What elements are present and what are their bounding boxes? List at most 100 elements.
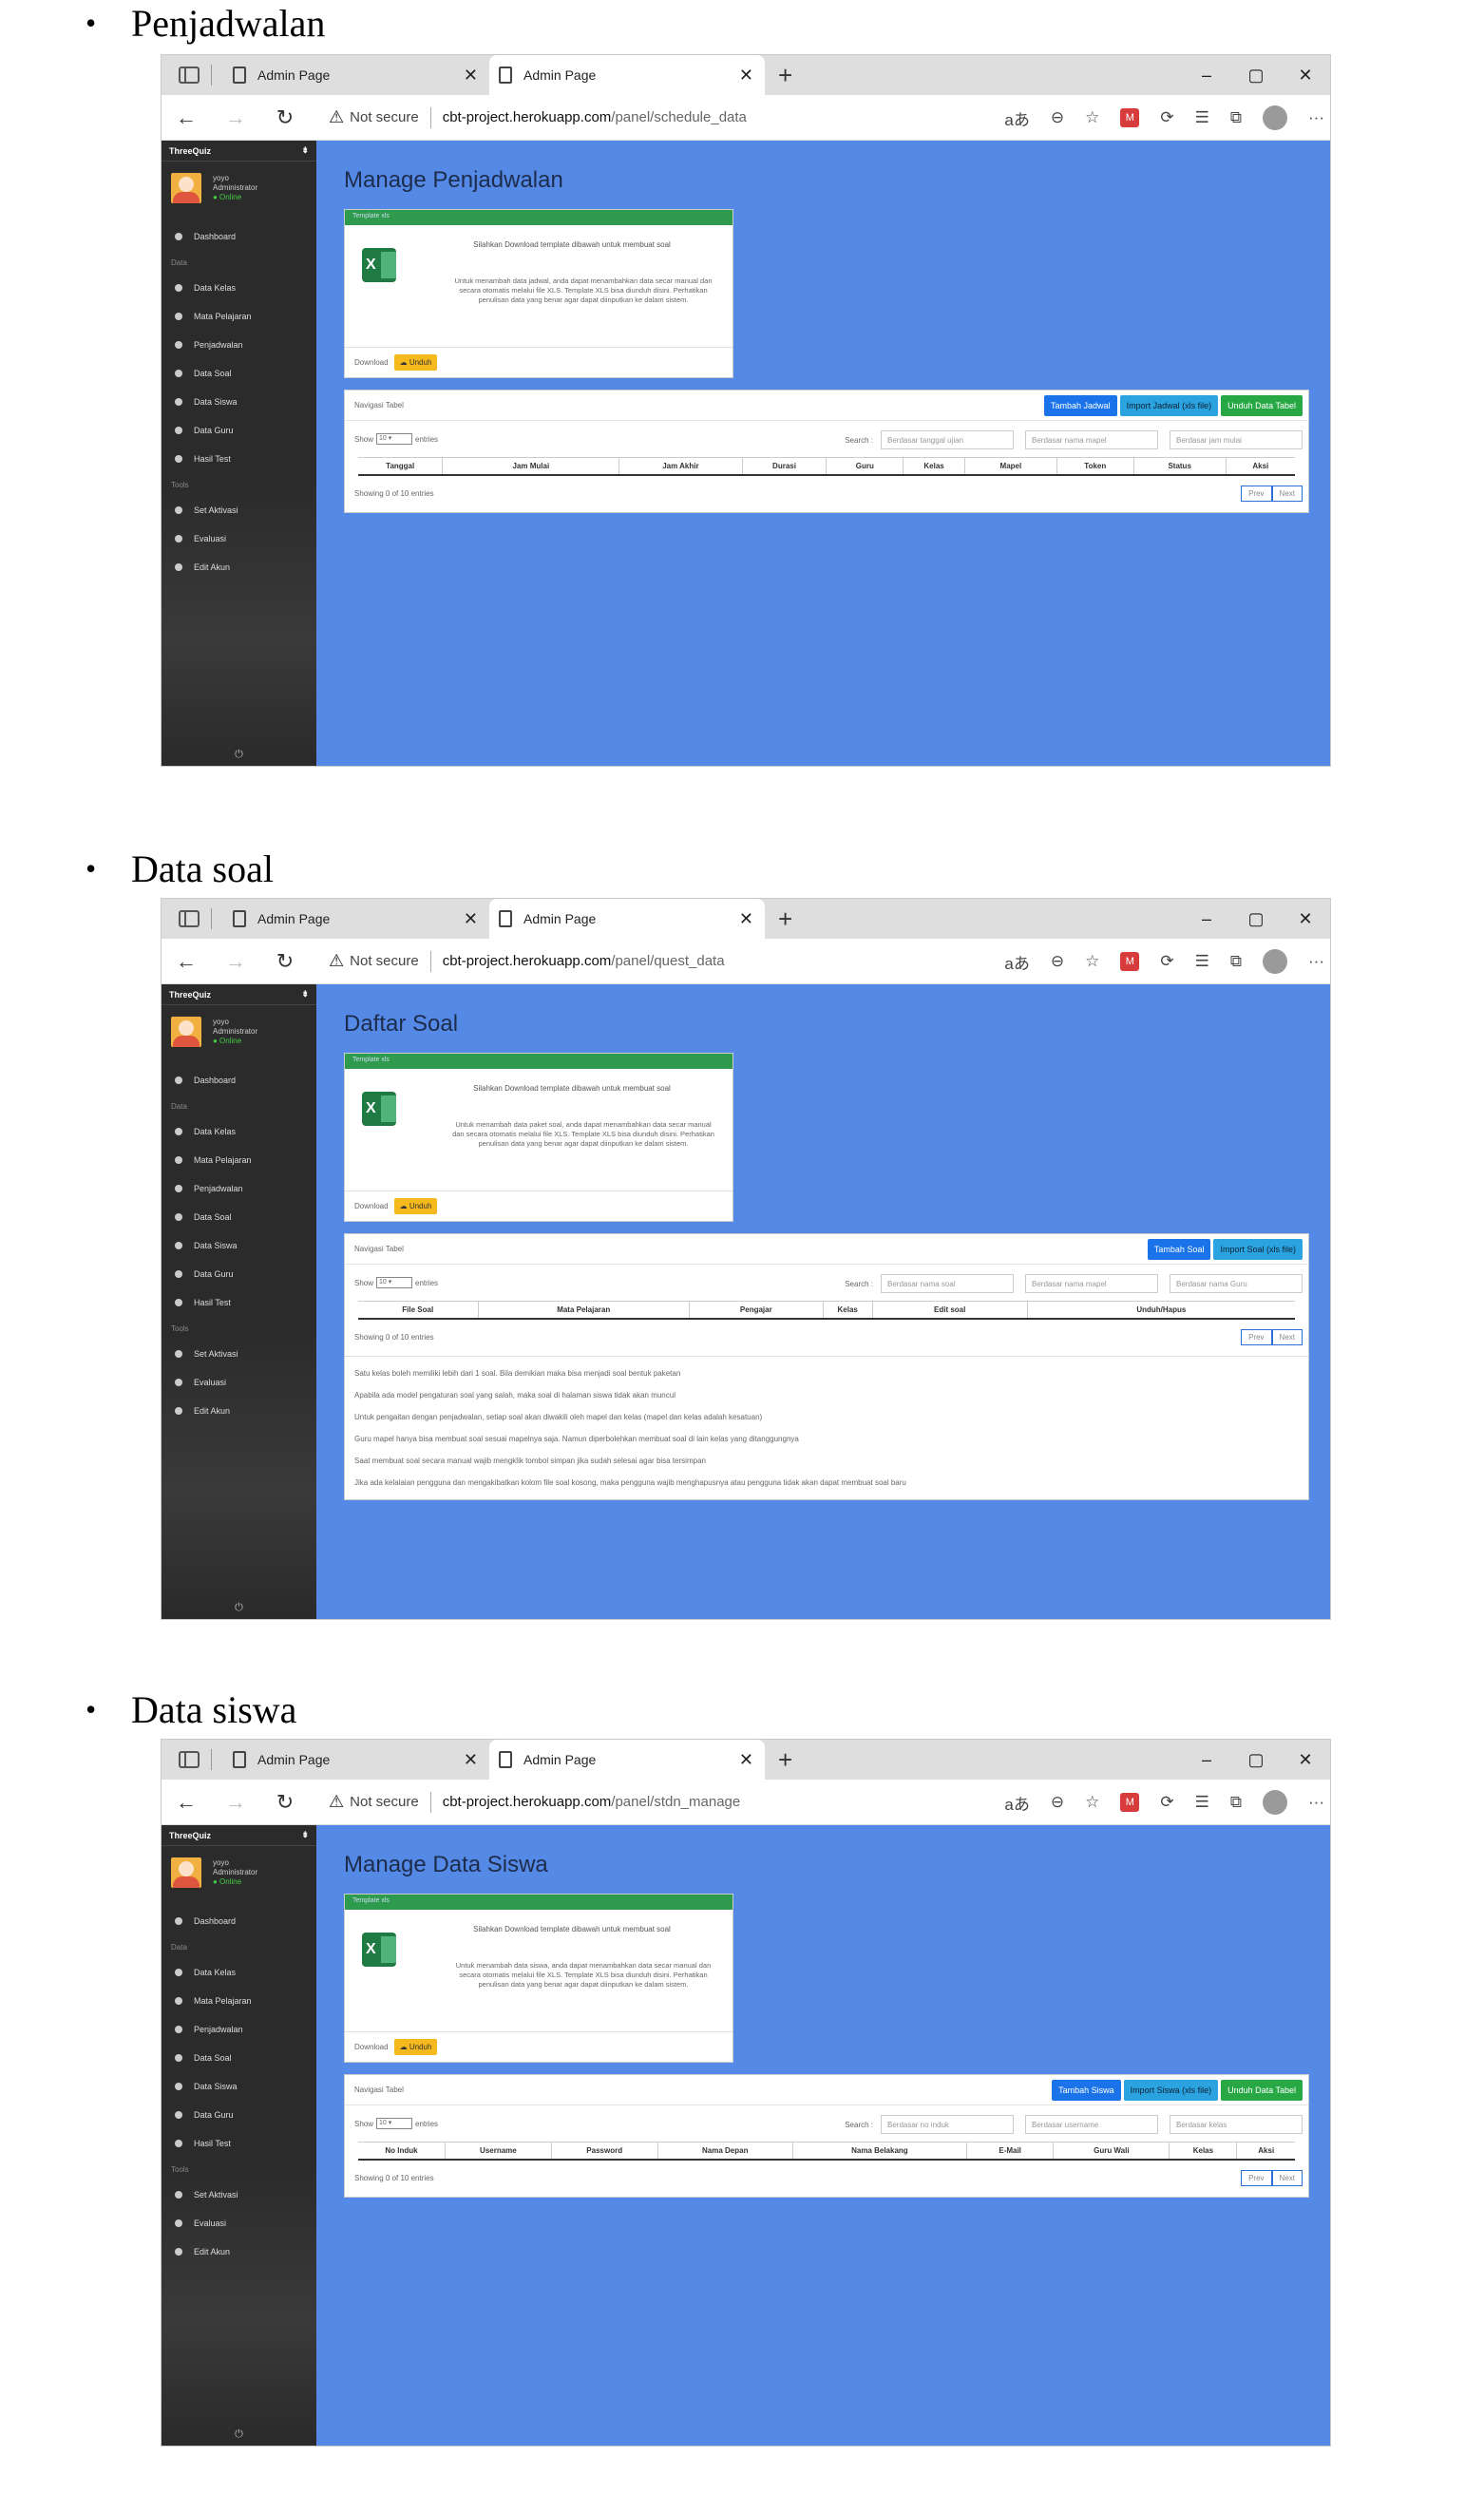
refresh-icon[interactable]: ↻ [260, 105, 310, 130]
sidebar-item[interactable]: Data Siswa [162, 2072, 316, 2101]
unduh-button[interactable]: ☁ Unduh [393, 1198, 438, 1214]
collections-icon[interactable]: ⧉ [1230, 108, 1242, 127]
pin-icon[interactable]: ⇟ [301, 145, 309, 156]
url-field[interactable]: cbt-project.herokuapp.com/panel/stdn_man… [443, 1794, 741, 1810]
column-header[interactable]: Username [444, 2142, 552, 2161]
tab-active[interactable]: Admin Page ✕ [489, 55, 765, 95]
sidebar-item[interactable]: Set Aktivasi [162, 2181, 316, 2209]
minimize-icon[interactable]: – [1182, 66, 1231, 86]
maximize-icon[interactable]: ▢ [1231, 1750, 1281, 1770]
profile-icon[interactable] [1263, 105, 1288, 130]
zoom-icon[interactable]: ⊖ [1051, 952, 1064, 971]
column-header[interactable]: Nama Belakang [791, 2142, 967, 2161]
sidebar-item[interactable]: Data Soal [162, 1203, 316, 1231]
column-header[interactable]: Jam Mulai [442, 457, 619, 476]
sidebar-item[interactable]: Edit Akun [162, 2238, 316, 2266]
sidebar-item[interactable]: Data Guru [162, 416, 316, 445]
profile-icon[interactable] [1263, 949, 1288, 974]
power-icon[interactable]: ⏻ [162, 1602, 316, 1619]
collections-icon[interactable]: ⧉ [1230, 952, 1242, 971]
sidebar-item[interactable]: Edit Akun [162, 553, 316, 581]
action-button[interactable]: Unduh Data Tabel [1221, 395, 1303, 416]
search-input[interactable]: Berdasar username [1025, 2115, 1158, 2134]
column-header[interactable]: Kelas [1169, 2142, 1237, 2161]
refresh-icon[interactable]: ↻ [260, 1790, 310, 1815]
column-header[interactable]: Edit soal [871, 1301, 1028, 1320]
next-button[interactable]: Next [1271, 1328, 1303, 1345]
action-button[interactable]: Unduh Data Tabel [1221, 2080, 1303, 2101]
search-input[interactable]: Berdasar nama soal [881, 1274, 1014, 1293]
close-tab-icon[interactable]: ✕ [464, 1750, 478, 1770]
search-input[interactable]: Berdasar jam mulai [1170, 430, 1303, 449]
back-icon[interactable]: ← [162, 105, 211, 130]
sidebar-item[interactable]: Edit Akun [162, 1397, 316, 1425]
favorites-icon[interactable]: ☰ [1195, 952, 1209, 971]
power-icon[interactable]: ⏻ [162, 749, 316, 766]
column-header[interactable]: Aksi [1225, 457, 1295, 476]
column-header[interactable]: Password [550, 2142, 658, 2161]
action-button[interactable]: Import Soal (xls file) [1213, 1239, 1303, 1260]
read-aloud-icon[interactable]: aあ [1004, 106, 1029, 130]
new-tab-icon[interactable]: + [778, 1747, 792, 1772]
tab-inactive[interactable]: Admin Page ✕ [223, 55, 489, 95]
favorites-icon[interactable]: ☰ [1195, 108, 1209, 127]
column-header[interactable]: Unduh/Hapus [1026, 1301, 1295, 1320]
column-header[interactable]: Nama Depan [656, 2142, 793, 2161]
unduh-button[interactable]: ☁ Unduh [393, 2039, 438, 2055]
pin-icon[interactable]: ⇟ [301, 1830, 309, 1840]
sidebar-item[interactable]: Hasil Test [162, 445, 316, 473]
warning-icon[interactable]: ⚠ [329, 1792, 344, 1812]
back-icon[interactable]: ← [162, 949, 211, 974]
close-tab-icon[interactable]: ✕ [464, 66, 478, 86]
back-icon[interactable]: ← [162, 1790, 211, 1815]
sidebar-item[interactable]: Data Siswa [162, 1231, 316, 1260]
close-tab-icon[interactable]: ✕ [464, 909, 478, 929]
column-header[interactable]: Kelas [903, 457, 965, 476]
collections-icon[interactable]: ⧉ [1230, 1793, 1242, 1812]
extension-icon[interactable]: M [1120, 108, 1140, 127]
warning-icon[interactable]: ⚠ [329, 107, 344, 127]
minimize-icon[interactable]: – [1182, 909, 1231, 929]
sidebar-item[interactable]: Dashboard [162, 1066, 316, 1095]
not-secure-label[interactable]: Not secure [350, 1794, 419, 1810]
close-tab-icon[interactable]: ✕ [739, 1750, 753, 1770]
extension-icon[interactable]: M [1120, 1793, 1140, 1812]
close-window-icon[interactable]: ✕ [1281, 66, 1330, 86]
maximize-icon[interactable]: ▢ [1231, 66, 1281, 86]
search-input[interactable]: Berdasar kelas [1170, 2115, 1303, 2134]
column-header[interactable]: Mapel [963, 457, 1057, 476]
action-button[interactable]: Import Jadwal (xls file) [1119, 395, 1219, 416]
tab-active[interactable]: Admin Page ✕ [489, 1740, 765, 1780]
extensions-icon[interactable]: ⟳ [1160, 952, 1173, 971]
sidebar-item[interactable]: Set Aktivasi [162, 1340, 316, 1368]
action-button[interactable]: Import Siswa (xls file) [1123, 2080, 1219, 2101]
extensions-icon[interactable]: ⟳ [1160, 1793, 1173, 1812]
more-icon[interactable]: ··· [1308, 1793, 1324, 1812]
close-tab-icon[interactable]: ✕ [739, 909, 753, 929]
search-input[interactable]: Berdasar no induk [881, 2115, 1014, 2134]
search-input[interactable]: Berdasar nama mapel [1025, 1274, 1158, 1293]
power-icon[interactable]: ⏻ [162, 2428, 316, 2446]
sidebar-item[interactable]: Dashboard [162, 222, 316, 251]
column-header[interactable]: Token [1056, 457, 1134, 476]
sidebar-item[interactable]: Data Soal [162, 2044, 316, 2072]
favorite-icon[interactable]: ☆ [1085, 952, 1099, 971]
pin-icon[interactable]: ⇟ [301, 989, 309, 1000]
url-field[interactable]: cbt-project.herokuapp.com/panel/schedule… [443, 109, 747, 125]
tab-inactive[interactable]: Admin Page ✕ [223, 899, 489, 939]
next-button[interactable]: Next [1271, 485, 1303, 502]
entries-select[interactable]: 10 ▾ [376, 433, 413, 445]
new-tab-icon[interactable]: + [778, 906, 792, 931]
search-input[interactable]: Berdasar nama Guru [1170, 1274, 1303, 1293]
warning-icon[interactable]: ⚠ [329, 951, 344, 971]
search-input[interactable]: Berdasar tanggal ujian [881, 430, 1014, 449]
close-tab-icon[interactable]: ✕ [739, 66, 753, 86]
zoom-icon[interactable]: ⊖ [1051, 108, 1064, 127]
zoom-icon[interactable]: ⊖ [1051, 1793, 1064, 1812]
sidebar-item[interactable]: Mata Pelajaran [162, 1146, 316, 1174]
action-button[interactable]: Tambah Siswa [1052, 2080, 1121, 2101]
url-field[interactable]: cbt-project.herokuapp.com/panel/quest_da… [443, 953, 725, 969]
sidebar-item[interactable]: Hasil Test [162, 2129, 316, 2158]
column-header[interactable]: Jam Akhir [618, 457, 743, 476]
favorite-icon[interactable]: ☆ [1085, 1793, 1099, 1812]
